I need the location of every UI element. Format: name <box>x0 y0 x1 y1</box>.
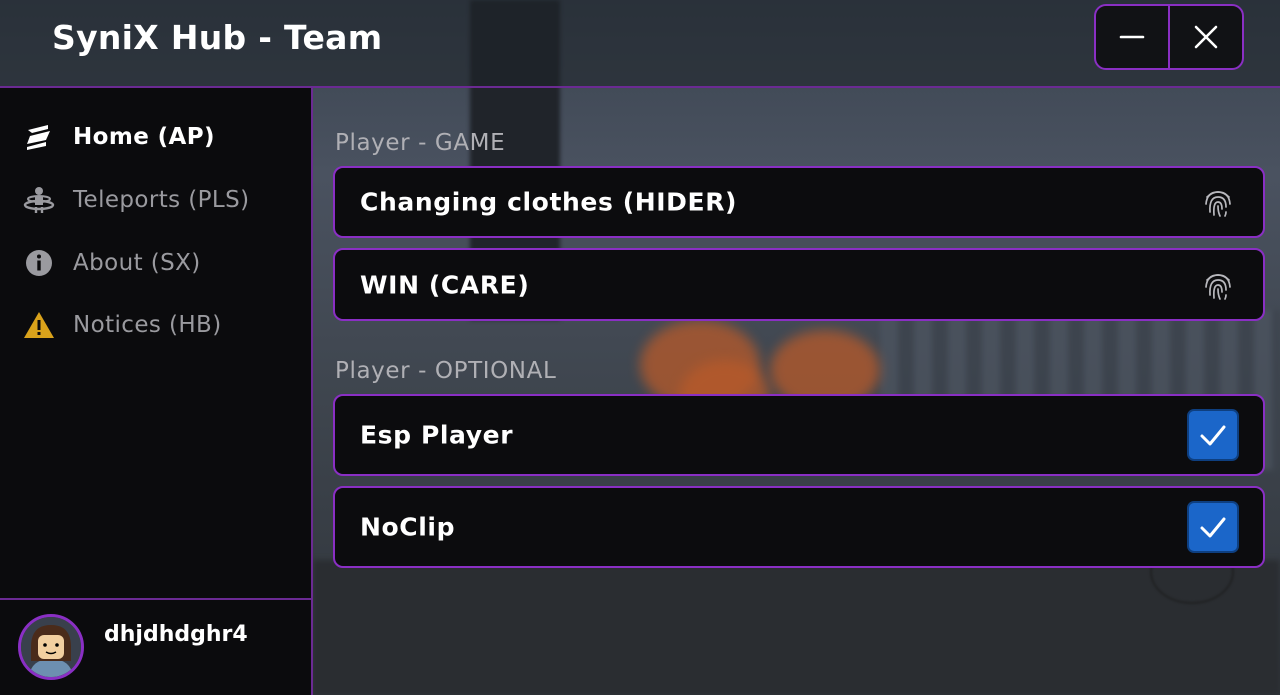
fingerprint-icon <box>1205 273 1231 300</box>
esp-player-checkbox[interactable] <box>1187 409 1239 461</box>
sidebar-item-about[interactable]: About (SX) <box>22 243 201 283</box>
sidebar: Home (AP) Teleports (PLS) About (SX) Not… <box>0 88 313 695</box>
checkmark-icon <box>1200 425 1226 446</box>
username: dhjdhdghr4 <box>104 622 248 647</box>
option-win-care[interactable]: WIN (CARE) <box>333 248 1265 321</box>
option-changing-clothes[interactable]: Changing clothes (HIDER) <box>333 166 1265 238</box>
title-bar[interactable]: SyniX Hub - Team <box>0 0 1280 88</box>
sidebar-item-teleports[interactable]: Teleports (PLS) <box>22 180 250 220</box>
sidebar-item-label: Home (AP) <box>73 124 215 150</box>
teleport-icon <box>22 183 56 217</box>
option-label: Esp Player <box>360 420 514 450</box>
section-title: Player - GAME <box>335 130 506 156</box>
main-content: Player - GAME Changing clothes (HIDER) W… <box>313 88 1280 695</box>
sidebar-item-label: Teleports (PLS) <box>73 187 250 213</box>
sidebar-item-label: Notices (HB) <box>73 312 222 338</box>
warning-icon <box>22 308 56 342</box>
option-noclip[interactable]: NoClip <box>333 486 1265 568</box>
close-button[interactable] <box>1168 6 1242 68</box>
option-label: Changing clothes (HIDER) <box>360 187 738 217</box>
window-title: SyniX Hub - Team <box>52 18 383 57</box>
minimize-button[interactable] <box>1096 6 1168 68</box>
user-profile: dhjdhdghr4 <box>0 598 311 695</box>
option-label: NoClip <box>360 512 456 542</box>
minimize-icon <box>1119 35 1145 39</box>
fingerprint-icon <box>1205 191 1231 217</box>
section-title: Player - OPTIONAL <box>335 358 557 384</box>
close-icon <box>1194 25 1218 49</box>
sidebar-item-label: About (SX) <box>73 250 201 276</box>
info-icon <box>22 246 56 280</box>
option-label: WIN (CARE) <box>360 270 530 299</box>
home-icon <box>22 120 56 154</box>
hub-window: SyniX Hub - Team Home (AP) Teleports (PL… <box>0 0 1280 695</box>
avatar[interactable] <box>18 614 84 680</box>
checkmark-icon <box>1200 517 1226 538</box>
option-esp-player[interactable]: Esp Player <box>333 394 1265 476</box>
sidebar-item-home[interactable]: Home (AP) <box>22 117 215 157</box>
window-controls <box>1094 4 1244 70</box>
noclip-checkbox[interactable] <box>1187 501 1239 553</box>
sidebar-item-notices[interactable]: Notices (HB) <box>22 305 222 345</box>
